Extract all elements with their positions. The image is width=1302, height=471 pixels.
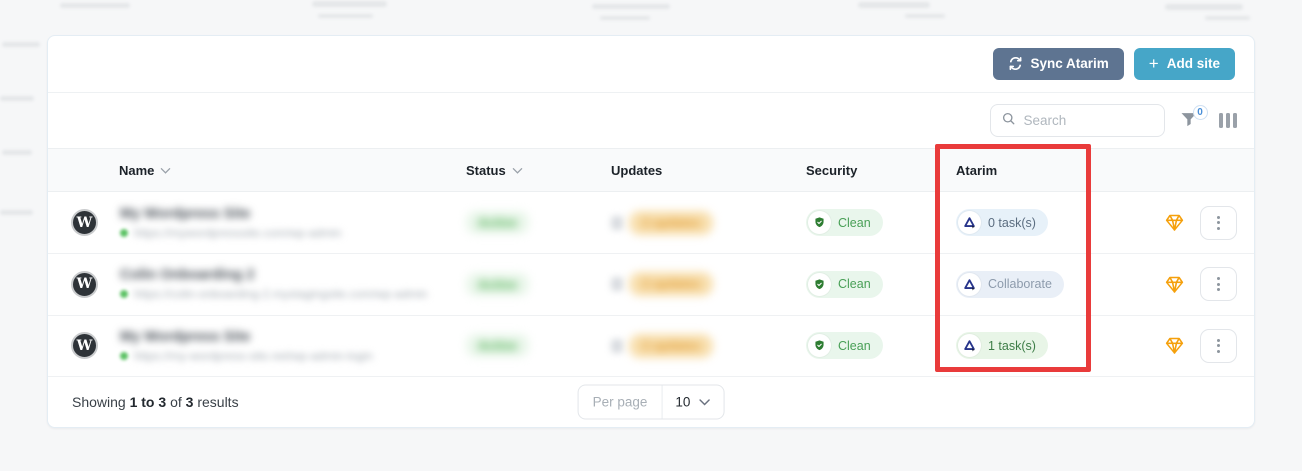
results-summary: Showing 1 to 3 of 3 results (72, 394, 239, 410)
status-badge-blurred: Active (466, 273, 529, 296)
search-icon (1001, 111, 1016, 131)
column-header-security: Security (806, 163, 956, 178)
columns-toggle-icon[interactable] (1219, 113, 1238, 128)
online-status-dot (120, 290, 128, 298)
shield-check-icon (808, 211, 831, 234)
wordpress-icon: W (71, 332, 98, 359)
add-site-button[interactable]: + Add site (1134, 48, 1235, 80)
table-row: W Colin Onboarding 2 https://colin-onboa… (48, 254, 1254, 316)
atarim-logo-icon (958, 211, 981, 234)
plus-icon: + (1149, 55, 1159, 72)
column-header-atarim: Atarim (956, 163, 1141, 178)
security-clean-badge: Clean (806, 271, 883, 298)
sites-panel: Sync Atarim + Add site 0 (47, 35, 1255, 428)
column-header-name[interactable]: Name (48, 162, 466, 178)
table-header: Name Status Updates Security Atarim (48, 148, 1254, 192)
site-name-blurred[interactable]: Colin Onboarding 2 (120, 267, 427, 283)
sync-atarim-button[interactable]: Sync Atarim (993, 48, 1124, 80)
status-badge-blurred: Active (466, 211, 529, 234)
premium-diamond-icon[interactable] (1164, 335, 1185, 356)
add-site-label: Add site (1167, 56, 1220, 71)
sync-atarim-label: Sync Atarim (1031, 56, 1109, 71)
sort-chevron-icon (160, 163, 171, 178)
filter-bar: 0 (48, 93, 1254, 149)
updates-badge-blurred: 2 updates (629, 272, 713, 296)
column-header-updates: Updates (611, 163, 806, 178)
wordpress-icon: W (71, 209, 98, 236)
atarim-logo-icon (958, 273, 981, 296)
per-page-control: Per page 10 (578, 385, 725, 420)
atarim-task-badge[interactable]: Collaborate (956, 271, 1064, 298)
site-url-blurred: https://my-wordpress-site.net/wp-admin-l… (134, 349, 373, 363)
sort-chevron-icon (512, 163, 523, 178)
security-clean-badge: Clean (806, 209, 883, 236)
online-status-dot (120, 352, 128, 360)
atarim-logo-icon (958, 334, 981, 357)
filter-button[interactable]: 0 (1179, 108, 1205, 134)
column-header-status[interactable]: Status (466, 162, 611, 178)
updates-badge-blurred: 2 updates (629, 211, 713, 235)
updates-icon-blurred (611, 339, 623, 353)
per-page-select[interactable]: 10 (662, 386, 723, 419)
online-status-dot (120, 229, 128, 237)
atarim-task-badge[interactable]: 0 task(s) (956, 209, 1048, 236)
status-badge-blurred: Active (466, 334, 529, 357)
filter-count-badge: 0 (1193, 105, 1208, 120)
row-menu-button[interactable] (1200, 267, 1237, 301)
site-name-blurred[interactable]: My Wordpress Site (120, 206, 341, 222)
toolbar: Sync Atarim + Add site (48, 36, 1254, 93)
wordpress-icon: W (71, 271, 98, 298)
site-url-blurred: https://mywordpresssite.com/wp-admin (134, 226, 341, 240)
chevron-down-icon (698, 395, 710, 410)
per-page-label: Per page (579, 386, 663, 419)
site-name-blurred[interactable]: My Wordpress Site (120, 329, 373, 345)
atarim-task-badge[interactable]: 1 task(s) (956, 332, 1048, 359)
security-clean-badge: Clean (806, 332, 883, 359)
search-box (990, 104, 1165, 137)
row-menu-button[interactable] (1200, 206, 1237, 240)
row-menu-button[interactable] (1200, 329, 1237, 363)
site-url-blurred: https://colin-onboarding-2.mystagingsite… (134, 287, 427, 301)
table-footer: Showing 1 to 3 of 3 results Per page 10 (48, 377, 1254, 427)
shield-check-icon (808, 273, 831, 296)
table-row: W My Wordpress Site https://mywordpresss… (48, 192, 1254, 254)
updates-badge-blurred: 2 updates (629, 334, 713, 358)
premium-diamond-icon[interactable] (1164, 274, 1185, 295)
premium-diamond-icon[interactable] (1164, 212, 1185, 233)
search-input[interactable] (1024, 113, 1154, 128)
updates-icon-blurred (611, 216, 623, 230)
updates-icon-blurred (611, 277, 623, 291)
shield-check-icon (808, 334, 831, 357)
sync-icon (1008, 56, 1023, 71)
table-row: W My Wordpress Site https://my-wordpress… (48, 316, 1254, 378)
